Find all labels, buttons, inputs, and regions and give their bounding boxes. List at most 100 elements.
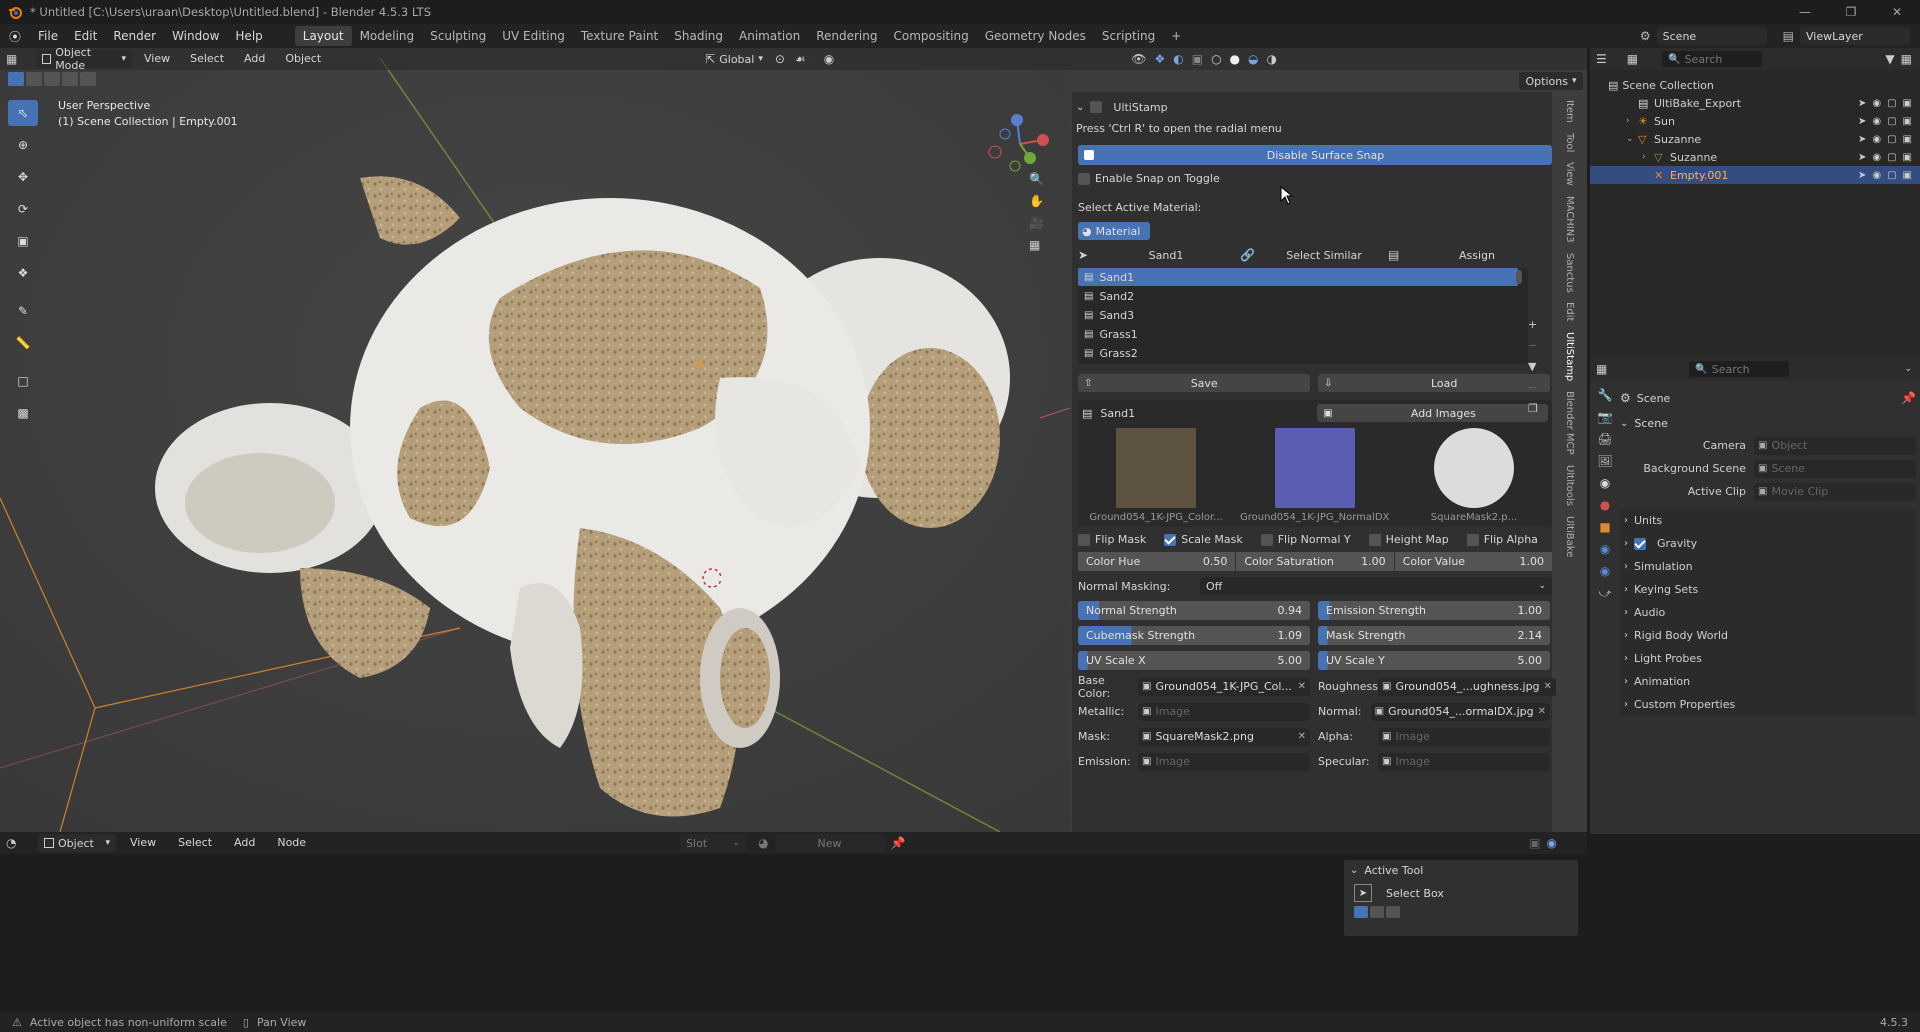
gravity-checkbox[interactable] (1634, 537, 1646, 550)
node-editor[interactable]: ◔ Object ▾ View Select Add Node Slot ⌄ ◕… (0, 832, 1587, 1012)
add-item-icon[interactable]: + (1528, 318, 1538, 331)
object-data-icon[interactable]: ⤻ (1599, 586, 1612, 601)
sidebar-tab[interactable]: Ultitools (1557, 461, 1575, 510)
panel-enable-checkbox[interactable] (1090, 101, 1103, 113)
normal-masking-dropdown[interactable]: Off ⌄ (1200, 577, 1552, 595)
camera-icon[interactable]: ▣ (1903, 116, 1912, 127)
render-icon[interactable]: 📷 (1598, 410, 1613, 424)
tool-settings-icon[interactable]: 🔧 (1598, 388, 1613, 402)
option-checkbox[interactable] (1164, 533, 1177, 546)
select-box-tool-icon[interactable]: ⬁ (8, 100, 38, 126)
disable-surface-snap-button[interactable]: Disable Surface Snap (1078, 145, 1552, 165)
option-checkbox[interactable] (1466, 533, 1479, 546)
camera-icon[interactable]: ▣ (1903, 170, 1912, 181)
tab-uv-editing[interactable]: UV Editing (494, 26, 573, 46)
properties-panel-header[interactable]: › Light Probes (1620, 647, 1916, 670)
material-list-item[interactable]: ▤ Sand1 (1078, 268, 1518, 286)
wireframe-shading-icon[interactable]: ○ (1211, 52, 1221, 66)
tab-texture-paint[interactable]: Texture Paint (573, 26, 666, 46)
camera-icon[interactable]: ▣ (1903, 98, 1912, 109)
tab-scripting[interactable]: Scripting (1094, 26, 1163, 46)
viewlayer-name[interactable]: ViewLayer (1806, 30, 1863, 43)
properties-panel-header[interactable]: › Animation (1620, 670, 1916, 693)
rendered-shading-icon[interactable]: ◑ (1267, 52, 1277, 66)
material-list-item[interactable]: ▤ Grass2 (1078, 344, 1518, 362)
menu-file[interactable]: File (30, 24, 66, 48)
material-arrow-icon[interactable]: ➤ (1078, 248, 1092, 262)
clear-image-icon[interactable]: ✕ (1298, 681, 1306, 692)
list-scrollbar[interactable] (1516, 270, 1522, 284)
viewport-menu-view[interactable]: View (136, 48, 178, 70)
strength-slider[interactable]: Emission Strength 1.00 (1318, 601, 1550, 620)
viewport-menu-select[interactable]: Select (182, 48, 232, 70)
move-tool-icon[interactable]: ✥ (8, 164, 38, 190)
snap-icon[interactable]: ☙ (795, 52, 806, 66)
option-toggle[interactable]: Height Map (1368, 533, 1449, 546)
new-collection-icon[interactable]: ▦ (1901, 52, 1920, 66)
material-button[interactable]: ◕ Material (1078, 222, 1150, 240)
select-toggle-icon[interactable]: ➤ (1858, 134, 1866, 145)
color-adjust-field[interactable]: Color Hue 0.50 (1078, 552, 1236, 571)
viewport-toggle-icon[interactable]: ▢ (1887, 152, 1896, 163)
properties-panel-header[interactable]: › Keying Sets (1620, 578, 1916, 601)
expand-arrow-icon[interactable]: › (1626, 116, 1638, 126)
properties-search-input[interactable]: Search (1712, 363, 1750, 376)
expand-arrow-icon[interactable]: › (1642, 152, 1654, 162)
material-list-item[interactable]: ▤ Grass1 (1078, 325, 1518, 343)
move-down-icon[interactable]: ▼ (1528, 360, 1538, 373)
tab-layout[interactable]: Layout (294, 26, 352, 46)
proportional-edit-icon[interactable]: ◉ (824, 52, 834, 66)
mode-set-icon[interactable] (1354, 906, 1368, 918)
texture-thumbnail[interactable]: SquareMask2.p... (1400, 428, 1548, 523)
viewport-menu-add[interactable]: Add (236, 48, 273, 70)
strength-slider[interactable]: Mask Strength 2.14 (1318, 626, 1550, 645)
mode-extend-icon[interactable] (1370, 906, 1384, 918)
option-checkbox[interactable] (1078, 533, 1090, 546)
strength-slider[interactable]: Normal Strength 0.94 (1078, 601, 1310, 620)
sidebar-tab[interactable]: UltiStamp (1557, 327, 1575, 385)
slot-dropdown[interactable]: Slot ⌄ (680, 834, 747, 852)
properties-panel-header[interactable]: › Simulation (1620, 555, 1916, 578)
filter-icon[interactable]: ▼ (1885, 52, 1894, 66)
eye-icon[interactable]: ◉ (1872, 98, 1881, 109)
mode-subtract-icon[interactable] (1386, 906, 1400, 918)
pin-icon[interactable]: 📌 (1901, 391, 1916, 405)
properties-panel-header[interactable]: › Gravity (1620, 532, 1916, 555)
viewport-toggle-icon[interactable]: ▢ (1887, 98, 1896, 109)
sidebar-tab[interactable]: Item (1557, 96, 1575, 127)
outliner-item[interactable]: › ▽ Suzanne ➤ ◉ ▢ ▣ (1590, 148, 1920, 166)
options-dropdown[interactable]: Options ▾ (1519, 72, 1583, 90)
zoom-icon[interactable]: 🔍 (1029, 172, 1044, 186)
pan-hand-icon[interactable]: ✋ (1029, 194, 1044, 208)
color-adjust-field[interactable]: Color Value 1.00 (1394, 552, 1552, 571)
eye-icon[interactable]: ◉ (1872, 170, 1881, 181)
material-browse-icon[interactable]: ◕ (758, 836, 768, 850)
material-list-item[interactable]: ▤ Sand2 (1078, 287, 1518, 305)
menu-help[interactable]: Help (227, 24, 270, 48)
properties-panel-header[interactable]: › Audio (1620, 601, 1916, 624)
image-slot-field[interactable]: ▣ Ground054_1K-JPG_Col... ✕ (1138, 677, 1310, 696)
select-toggle-icon[interactable]: ➤ (1858, 170, 1866, 181)
assign-button[interactable]: Assign (1412, 249, 1542, 262)
node-menu-add[interactable]: Add (226, 832, 263, 854)
blender-menu-icon[interactable]: ⦿ (0, 28, 30, 45)
add-workspace-icon[interactable]: + (1163, 26, 1189, 46)
editor-type-icon[interactable]: ▦ (6, 52, 32, 66)
pivot-icon[interactable]: ⊙ (775, 52, 785, 66)
maximize-icon[interactable]: ❐ (1828, 5, 1874, 19)
snapping-icon[interactable]: ◉ (1547, 836, 1587, 850)
pin-icon[interactable]: 📌 (891, 836, 906, 850)
sidebar-tab[interactable]: View (1557, 158, 1575, 190)
color-adjust-field[interactable]: Color Saturation 1.00 (1236, 552, 1394, 571)
outliner-search-input[interactable]: Search (1685, 53, 1723, 66)
texture-thumbnail[interactable]: Ground054_1K-JPG_Color... (1082, 428, 1230, 523)
sidebar-tab[interactable]: Sanctus (1557, 249, 1575, 297)
physics-icon[interactable]: ◉ (1600, 542, 1610, 556)
camera-icon[interactable]: ▣ (1903, 134, 1912, 145)
chevron-down-icon[interactable]: ⌄ (1350, 865, 1358, 876)
clear-image-icon[interactable]: ✕ (1544, 681, 1552, 692)
solid-shading-icon[interactable]: ● (1230, 52, 1240, 66)
load-button[interactable]: ⇩ Load (1318, 374, 1550, 392)
save-button[interactable]: ⇧ Save (1078, 374, 1310, 392)
node-menu-node[interactable]: Node (269, 832, 314, 854)
